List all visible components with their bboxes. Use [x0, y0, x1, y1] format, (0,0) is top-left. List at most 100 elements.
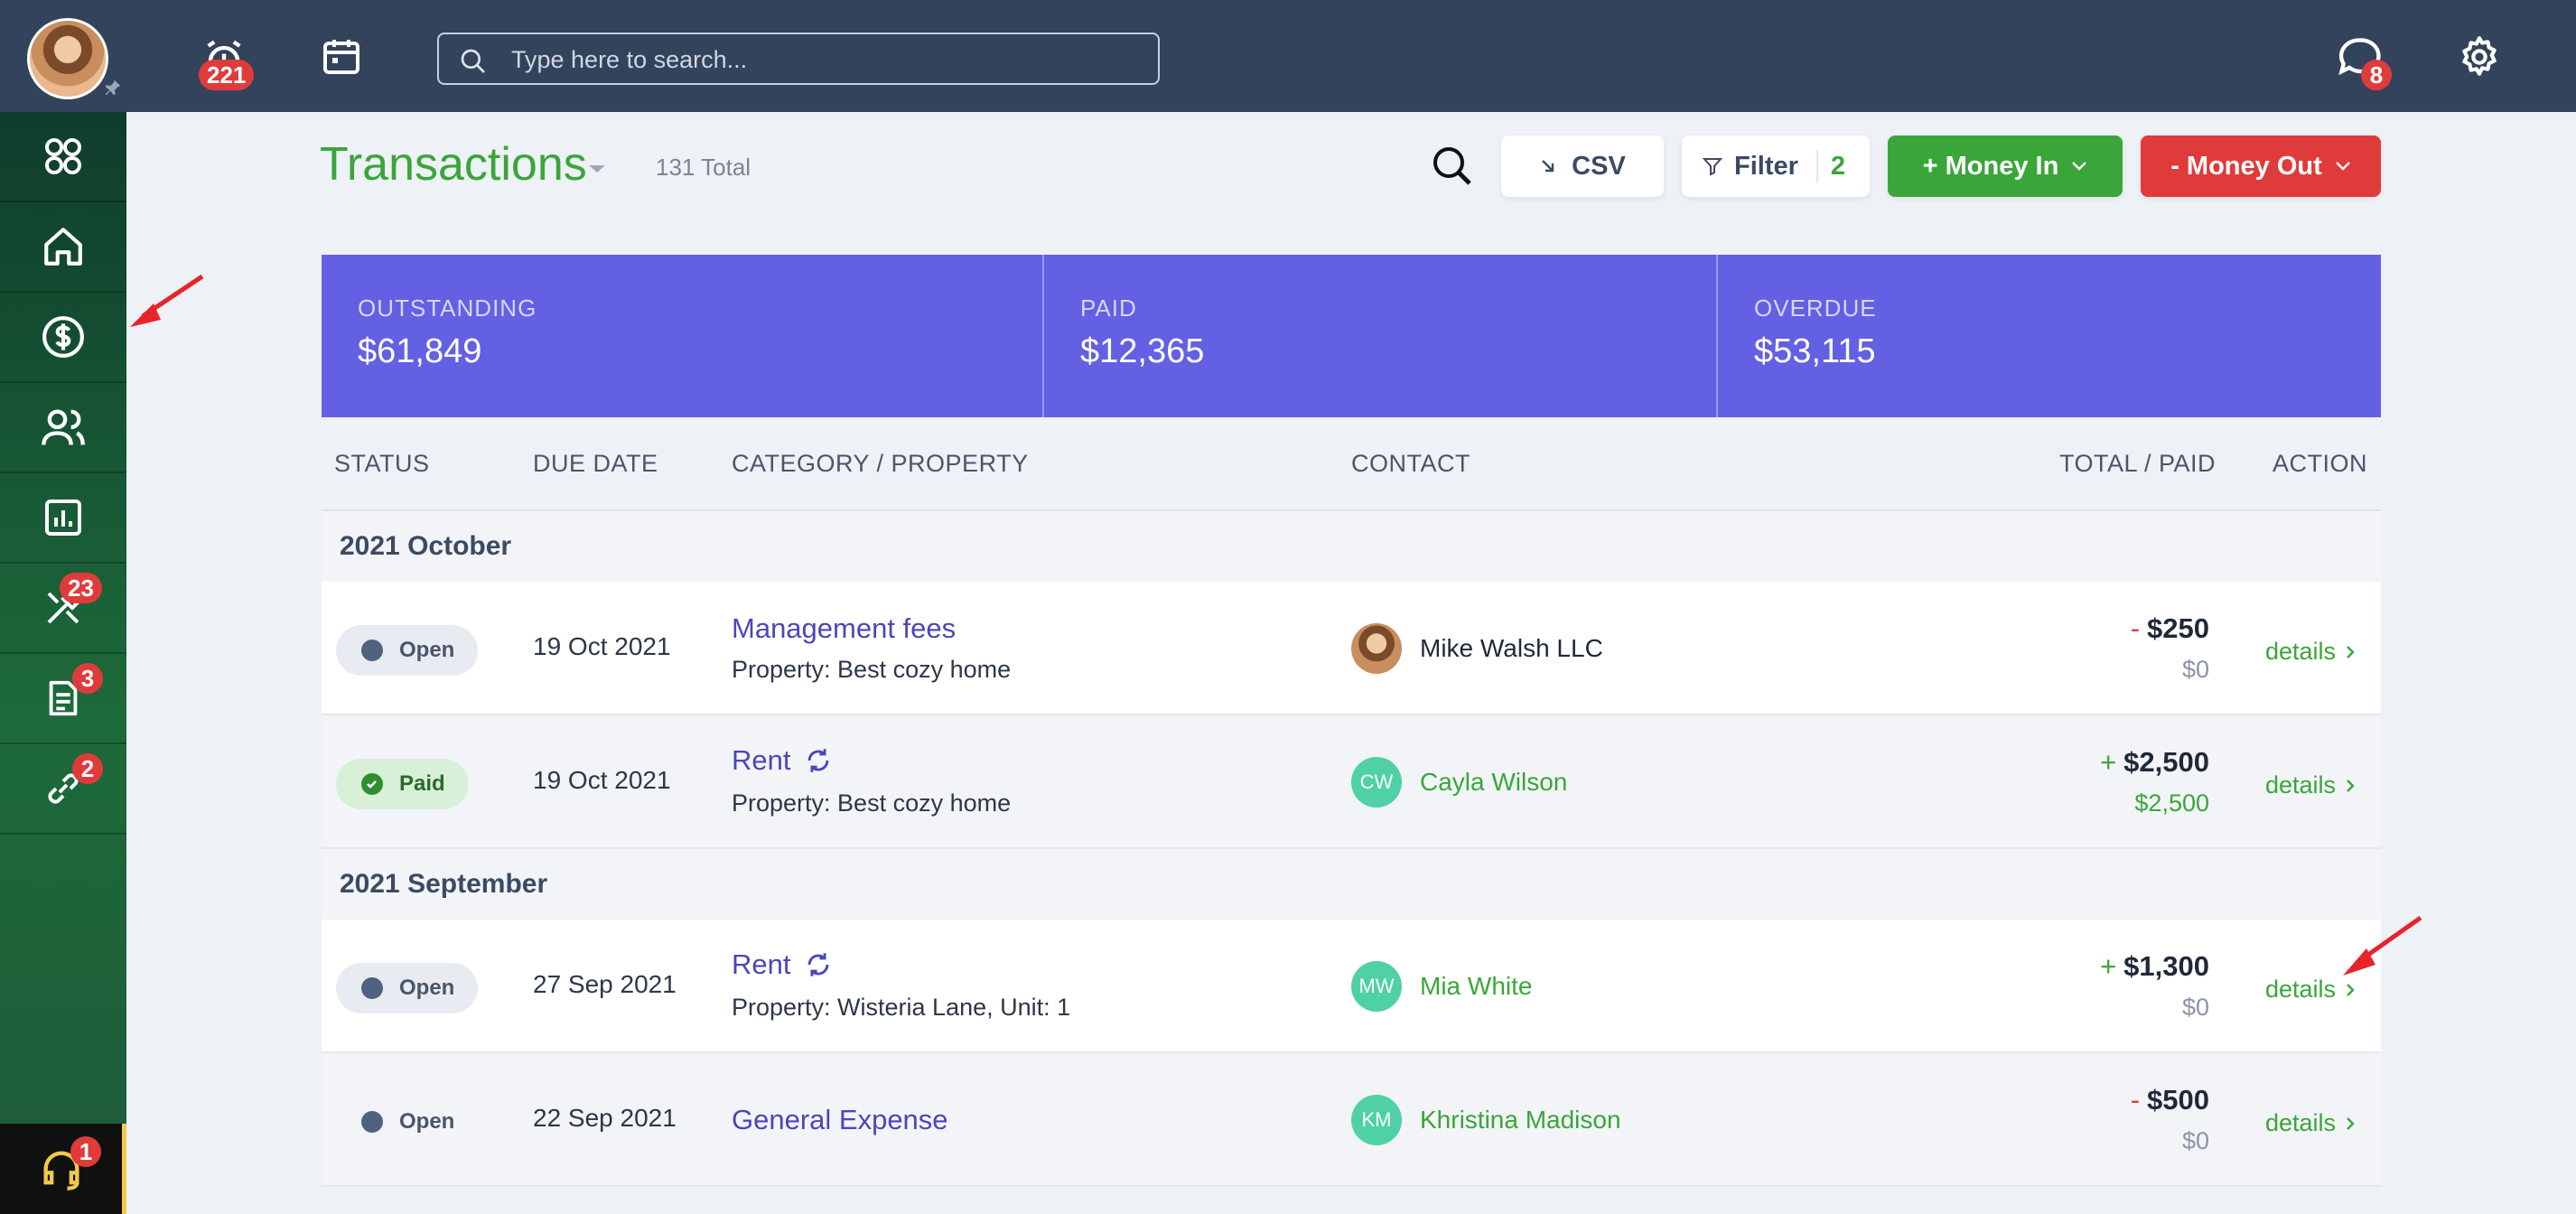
- avatar: CW: [1351, 757, 1402, 808]
- property-text: Property: Best cozy home: [732, 789, 1012, 817]
- page-title[interactable]: Transactions: [320, 137, 587, 191]
- amount-sign: +: [2100, 950, 2117, 982]
- category-link[interactable]: General Expense: [732, 1104, 948, 1136]
- sidebar-item-transactions[interactable]: [0, 293, 126, 383]
- status-dot: [361, 977, 383, 999]
- home-icon: [44, 228, 82, 266]
- paid-amount: $0: [2181, 994, 2209, 1021]
- category-link[interactable]: Rent: [732, 744, 834, 777]
- csv-export-button[interactable]: CSV: [1501, 135, 1664, 197]
- due-date: 19 Oct 2021: [533, 766, 671, 794]
- chart-icon: [45, 500, 81, 536]
- grid-icon: [45, 138, 81, 174]
- contact-name[interactable]: Khristina Madison: [1420, 1106, 1621, 1135]
- alarm-badge: 221: [199, 60, 255, 90]
- chevron-down-icon: [2335, 162, 2350, 171]
- documents-badge: 3: [72, 663, 103, 694]
- users-icon: [42, 409, 85, 445]
- amount-value: $2,500: [2123, 746, 2209, 778]
- maintenance-badge: 23: [60, 573, 102, 603]
- status-badge: Open: [336, 1097, 478, 1147]
- table-row[interactable]: Open 22 Sep 2021 General Expense KM Khri…: [322, 1053, 2381, 1187]
- sidebar-item-links[interactable]: 2: [0, 744, 126, 835]
- total-amount: - $500: [2131, 1084, 2209, 1116]
- total-count: 131 Total: [656, 154, 751, 181]
- paid-amount: $0: [2181, 656, 2209, 683]
- contact-name[interactable]: Mia White: [1420, 972, 1532, 1001]
- recurring-icon: [808, 749, 829, 772]
- search-input[interactable]: [511, 42, 1143, 78]
- top-bar: 221 8: [0, 0, 2576, 112]
- details-link[interactable]: details: [2265, 638, 2356, 666]
- sidebar-item-maintenance[interactable]: 23: [0, 564, 126, 654]
- outstanding-label: OUTSTANDING: [358, 294, 537, 322]
- total-amount: + $2,500: [2100, 746, 2209, 779]
- gear-icon[interactable]: [2457, 34, 2502, 79]
- contact-name[interactable]: Mike Walsh LLC: [1420, 634, 1603, 663]
- summary-paid[interactable]: PAID $12,365: [1044, 255, 1718, 417]
- table-row[interactable]: Open 19 Oct 2021 Management fees Propert…: [322, 582, 2381, 715]
- outstanding-value: $61,849: [358, 332, 482, 370]
- column-status[interactable]: STATUS: [334, 450, 430, 478]
- links-badge: 2: [72, 753, 103, 784]
- filter-label: Filter: [1734, 151, 1798, 181]
- chevron-right-icon: [2347, 779, 2355, 792]
- sidebar-item-contacts[interactable]: [0, 383, 126, 473]
- pin-icon[interactable]: [103, 78, 123, 98]
- due-date: 27 Sep 2021: [533, 970, 677, 998]
- csv-label: CSV: [1572, 151, 1626, 181]
- money-out-label: - Money Out: [2170, 151, 2322, 181]
- contact-name[interactable]: Cayla Wilson: [1420, 768, 1567, 797]
- recurring-icon: [808, 953, 829, 976]
- sidebar-item-help[interactable]: 1: [0, 1124, 126, 1214]
- status-dot: [361, 640, 383, 661]
- group-header-october: 2021 October: [322, 511, 2381, 582]
- amount-value: $500: [2147, 1084, 2209, 1116]
- chevron-down-icon[interactable]: [587, 163, 607, 175]
- overdue-value: $53,115: [1754, 332, 1876, 370]
- amount-sign: +: [2100, 746, 2117, 778]
- property-text: Property: Wisteria Lane, Unit: 1: [732, 994, 1071, 1021]
- sidebar-item-home[interactable]: [0, 202, 126, 293]
- table-row[interactable]: Open 27 Sep 2021 Rent Property: Wisteria…: [322, 920, 2381, 1053]
- chat-badge: 8: [2361, 60, 2392, 90]
- due-date: 22 Sep 2021: [533, 1104, 677, 1132]
- property-text: Property: Best cozy home: [732, 656, 1012, 683]
- sidebar-item-documents[interactable]: 3: [0, 654, 126, 744]
- global-search[interactable]: [437, 33, 1160, 85]
- calendar-icon[interactable]: [320, 34, 363, 78]
- column-category[interactable]: CATEGORY / PROPERTY: [732, 450, 1029, 478]
- status-dot: [361, 1111, 383, 1133]
- sidebar-item-reports[interactable]: [0, 473, 126, 564]
- filter-button[interactable]: Filter 2: [1682, 135, 1870, 197]
- user-avatar[interactable]: [27, 18, 108, 99]
- summary-overdue[interactable]: OVERDUE $53,115: [1718, 255, 2381, 417]
- paid-amount: $2,500: [2134, 789, 2209, 817]
- details-link[interactable]: details: [2265, 771, 2356, 799]
- category-label: Rent: [732, 744, 791, 776]
- summary-banner: OUTSTANDING $61,849 PAID $12,365 OVERDUE…: [322, 255, 2381, 417]
- column-contact[interactable]: CONTACT: [1351, 450, 1470, 478]
- amount-sign: -: [2130, 612, 2141, 644]
- status-badge: Paid: [336, 759, 469, 809]
- details-link[interactable]: details: [2265, 1109, 2356, 1137]
- column-total[interactable]: TOTAL / PAID: [2059, 450, 2216, 478]
- column-due-date[interactable]: DUE DATE: [533, 450, 658, 478]
- sidebar-item-apps[interactable]: [0, 112, 126, 202]
- paid-value: $12,365: [1080, 332, 1205, 370]
- details-label: details: [2265, 771, 2337, 798]
- paid-amount: $0: [2181, 1127, 2209, 1154]
- table-row[interactable]: Paid 19 Oct 2021 Rent Property: Best coz…: [322, 715, 2381, 849]
- money-out-button[interactable]: - Money Out: [2141, 135, 2381, 197]
- search-icon[interactable]: [1431, 145, 1474, 188]
- summary-outstanding[interactable]: OUTSTANDING $61,849: [322, 255, 1044, 417]
- details-label: details: [2265, 1109, 2337, 1136]
- category-link[interactable]: Rent: [732, 948, 834, 981]
- money-in-button[interactable]: + Money In: [1888, 135, 2123, 197]
- category-link[interactable]: Management fees: [732, 612, 956, 645]
- chevron-right-icon: [2347, 983, 2355, 996]
- arrow-down-right-icon: [1542, 160, 1554, 173]
- column-action: ACTION: [2273, 450, 2368, 477]
- chevron-right-icon: [2347, 1116, 2355, 1130]
- annotation-arrow-icon: [2343, 915, 2422, 976]
